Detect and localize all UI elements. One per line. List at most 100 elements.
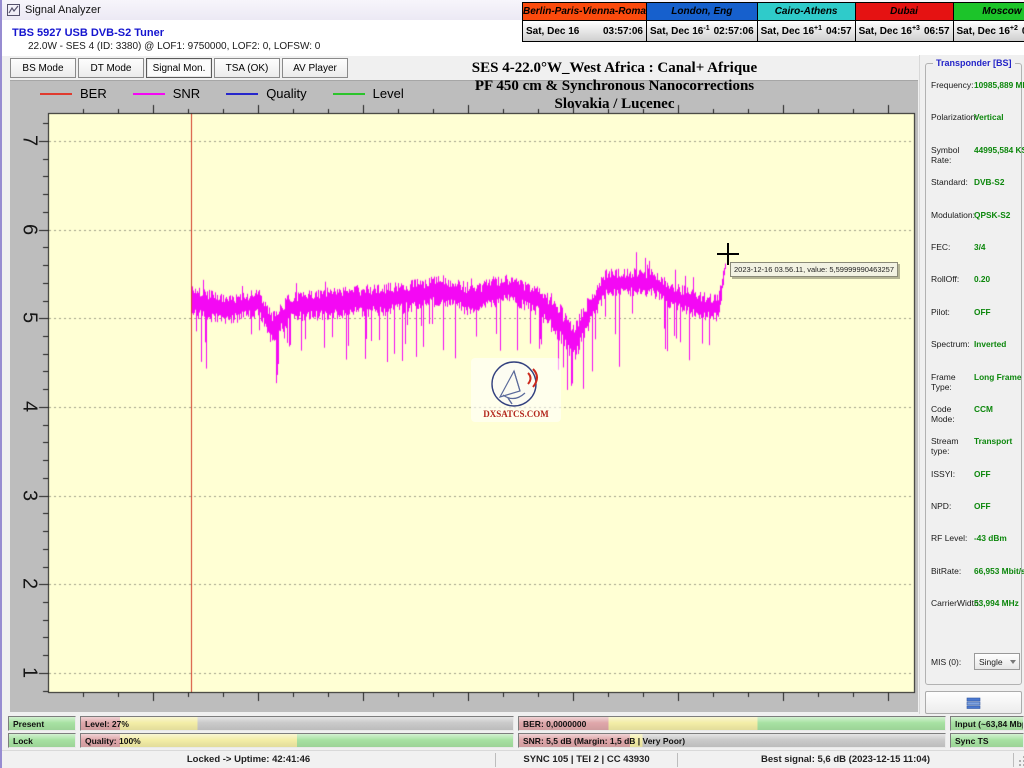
mode-tabstrip: BS ModeDT ModeSignal Mon.TSA (OK)AV Play… [10, 58, 348, 79]
y-axis-label: 4 [18, 393, 41, 419]
stream-list-button[interactable] [925, 691, 1022, 714]
gauge-label: SNR: 5,5 dB (Margin: 1,5 dB | Very Poor) [523, 736, 685, 746]
y-axis-label: 6 [18, 216, 41, 242]
tab-dt-mode[interactable]: DT Mode [78, 58, 144, 78]
transponder-field-value: OFF [974, 501, 991, 511]
signal-analyzer-window: Signal Analyzer TBS 5927 USB DVB-S2 Tune… [0, 0, 1024, 768]
gauge-quality: Quality: 100% [80, 733, 514, 748]
transponder-field-label: Modulation: [931, 210, 974, 220]
clock-utc-offset: +1 [814, 25, 822, 32]
transponder-field-label: Code Mode: [931, 404, 974, 424]
legend-line-quality [226, 93, 258, 95]
transponder-field-label: Spectrum: [931, 339, 974, 349]
status-best-signal: Best signal: 5,6 dB (2023-12-15 11:04) [678, 753, 1014, 767]
transponder-field-label: ISSYI: [931, 469, 974, 479]
legend-label: BER [80, 86, 107, 101]
tab-tsa-ok[interactable]: TSA (OK) [214, 58, 280, 78]
transponder-row-standard: Standard:DVB-S2 [926, 175, 1021, 207]
clock-date: Sat, Dec 16 [650, 26, 703, 37]
gauge-row-1: Present Level: 27% BER: 0,0000000 Input (~6… [8, 716, 1024, 731]
transponder-field-value: QPSK-S2 [974, 210, 1010, 220]
signal-plot-canvas[interactable] [16, 101, 917, 711]
clock-city-label: Berlin-Paris-Vienna-Roma [523, 3, 646, 21]
transponder-row-pilot: Pilot:OFF [926, 305, 1021, 337]
clock-time-value: 02:57:06 [714, 26, 754, 37]
clock-city-label: Dubai [856, 3, 953, 21]
transponder-field-value: -43 dBm [974, 533, 1007, 543]
gauge-level: Level: 27% [80, 716, 514, 731]
transponder-groupbox-title: Transponder [BS] [933, 58, 1015, 68]
clock-time-value: 03:57:06 [603, 26, 643, 37]
clock-date: Sat, Dec 16 [957, 26, 1010, 37]
transponder-field-value: Long Frame [974, 372, 1021, 382]
transponder-field-label: Stream type: [931, 436, 974, 456]
transponder-field-value: CCM [974, 404, 993, 414]
resize-grip[interactable] [1016, 753, 1024, 767]
chevron-down-icon [1010, 660, 1016, 664]
transponder-field-value: DVB-S2 [974, 177, 1004, 187]
cursor-crosshair-horizontal [717, 253, 739, 255]
transponder-field-value: OFF [974, 307, 991, 317]
transponder-fields: Frequency:10985,889 MHzPolarization:Vert… [926, 78, 1021, 629]
gauge-ber: BER: 0,0000000 [518, 716, 946, 731]
transponder-row-symbol-rate: Symbol Rate:44995,584 KS/s [926, 143, 1021, 175]
world-clock-strip: Berlin-Paris-Vienna-RomaSat, Dec 1603:57… [522, 2, 1024, 42]
transponder-field-label: Polarization: [931, 112, 974, 122]
legend-item-quality: Quality [226, 86, 306, 101]
clock-time-row: Sat, Dec 16+1 04:57 [758, 21, 855, 41]
watermark-text: DXSATCS.COM [483, 409, 549, 419]
gauge-label: Input (~63,84 Mbps) [955, 719, 1024, 729]
transponder-field-value: 0.20 [974, 274, 990, 284]
legend-item-ber: BER [40, 86, 107, 101]
data-point-tooltip: 2023-12-16 03.56.11, value: 5,5999999046… [730, 262, 898, 277]
tab-signal-mon[interactable]: Signal Mon. [146, 58, 212, 78]
gauge-bars: Present Level: 27% BER: 0,0000000 Input (~6… [2, 714, 1024, 749]
gauge-sync-ts: Sync TS [950, 733, 1024, 748]
gauge-lock: Lock [8, 733, 76, 748]
transponder-row-code-mode: Code Mode:CCM [926, 402, 1021, 434]
chart-title-block: SES 4-22.0°W_West Africa : Canal+ Afriqu… [332, 59, 897, 113]
y-axis-label: 2 [18, 571, 41, 597]
transponder-row-bitrate: BitRate:66,953 Mbit/s [926, 564, 1021, 596]
legend-line-snr [133, 93, 165, 95]
gauge-label: Present [13, 719, 44, 729]
transponder-row-issyi: ISSYI:OFF [926, 467, 1021, 499]
gauge-present: Present [8, 716, 76, 731]
clock-date: Sat, Dec 16 [761, 26, 814, 37]
transponder-field-label: RF Level: [931, 533, 974, 543]
transponder-field-value: 10985,889 MHz [974, 80, 1024, 90]
clock-cairo-athens: Cairo-Athens Sat, Dec 16+1 04:57 [758, 2, 856, 42]
gauge-input: Input (~63,84 Mbps) [950, 716, 1024, 731]
clock-london-eng: London, EngSat, Dec 16-102:57:06 [647, 2, 758, 42]
tab-bs-mode[interactable]: BS Mode [10, 58, 76, 78]
transponder-row-modulation: Modulation:QPSK-S2 [926, 208, 1021, 240]
status-lock-uptime: Locked -> Uptime: 42:41:46 [2, 753, 496, 767]
transponder-field-value: 66,953 Mbit/s [974, 566, 1024, 576]
clock-city-label: London, Eng [647, 3, 757, 21]
transponder-field-value: 53,994 MHz [974, 598, 1019, 608]
clock-date: Sat, Dec 16 [859, 26, 912, 37]
transponder-field-label: NPD: [931, 501, 974, 511]
clock-time-row: Sat, Dec 1603:57:06 [523, 21, 646, 41]
legend-label: Quality [266, 86, 306, 101]
clock-time-value: 04:57 [826, 26, 852, 37]
status-sync-counts: SYNC 105 | TEI 2 | CC 43930 [496, 753, 678, 767]
list-icon [966, 697, 981, 709]
gauge-snr: SNR: 5,5 dB (Margin: 1,5 dB | Very Poor) [518, 733, 946, 748]
transponder-row-rf-level: RF Level:-43 dBm [926, 531, 1021, 563]
transponder-row-frame-type: Frame Type:Long Frame [926, 370, 1021, 402]
clock-time-value: 06:57 [924, 26, 950, 37]
chart-region: 1234567 DXSATCS.COM 2023-12-16 03.56.11,… [10, 80, 918, 712]
gauge-label: Sync TS [955, 736, 989, 746]
transponder-field-label: Symbol Rate: [931, 145, 974, 165]
transponder-row-spectrum: Spectrum:Inverted [926, 337, 1021, 369]
gauge-label: Lock [13, 736, 33, 746]
mis-dropdown[interactable]: Single [974, 653, 1020, 670]
transponder-field-value: 44995,584 KS/s [974, 145, 1024, 155]
y-axis-label: 1 [18, 659, 41, 685]
gauge-label: Level: 27% [85, 719, 129, 729]
transponder-row-npd: NPD:OFF [926, 499, 1021, 531]
transponder-field-label: BitRate: [931, 566, 974, 576]
clock-city-label: Cairo-Athens [758, 3, 855, 21]
legend-item-snr: SNR [133, 86, 200, 101]
